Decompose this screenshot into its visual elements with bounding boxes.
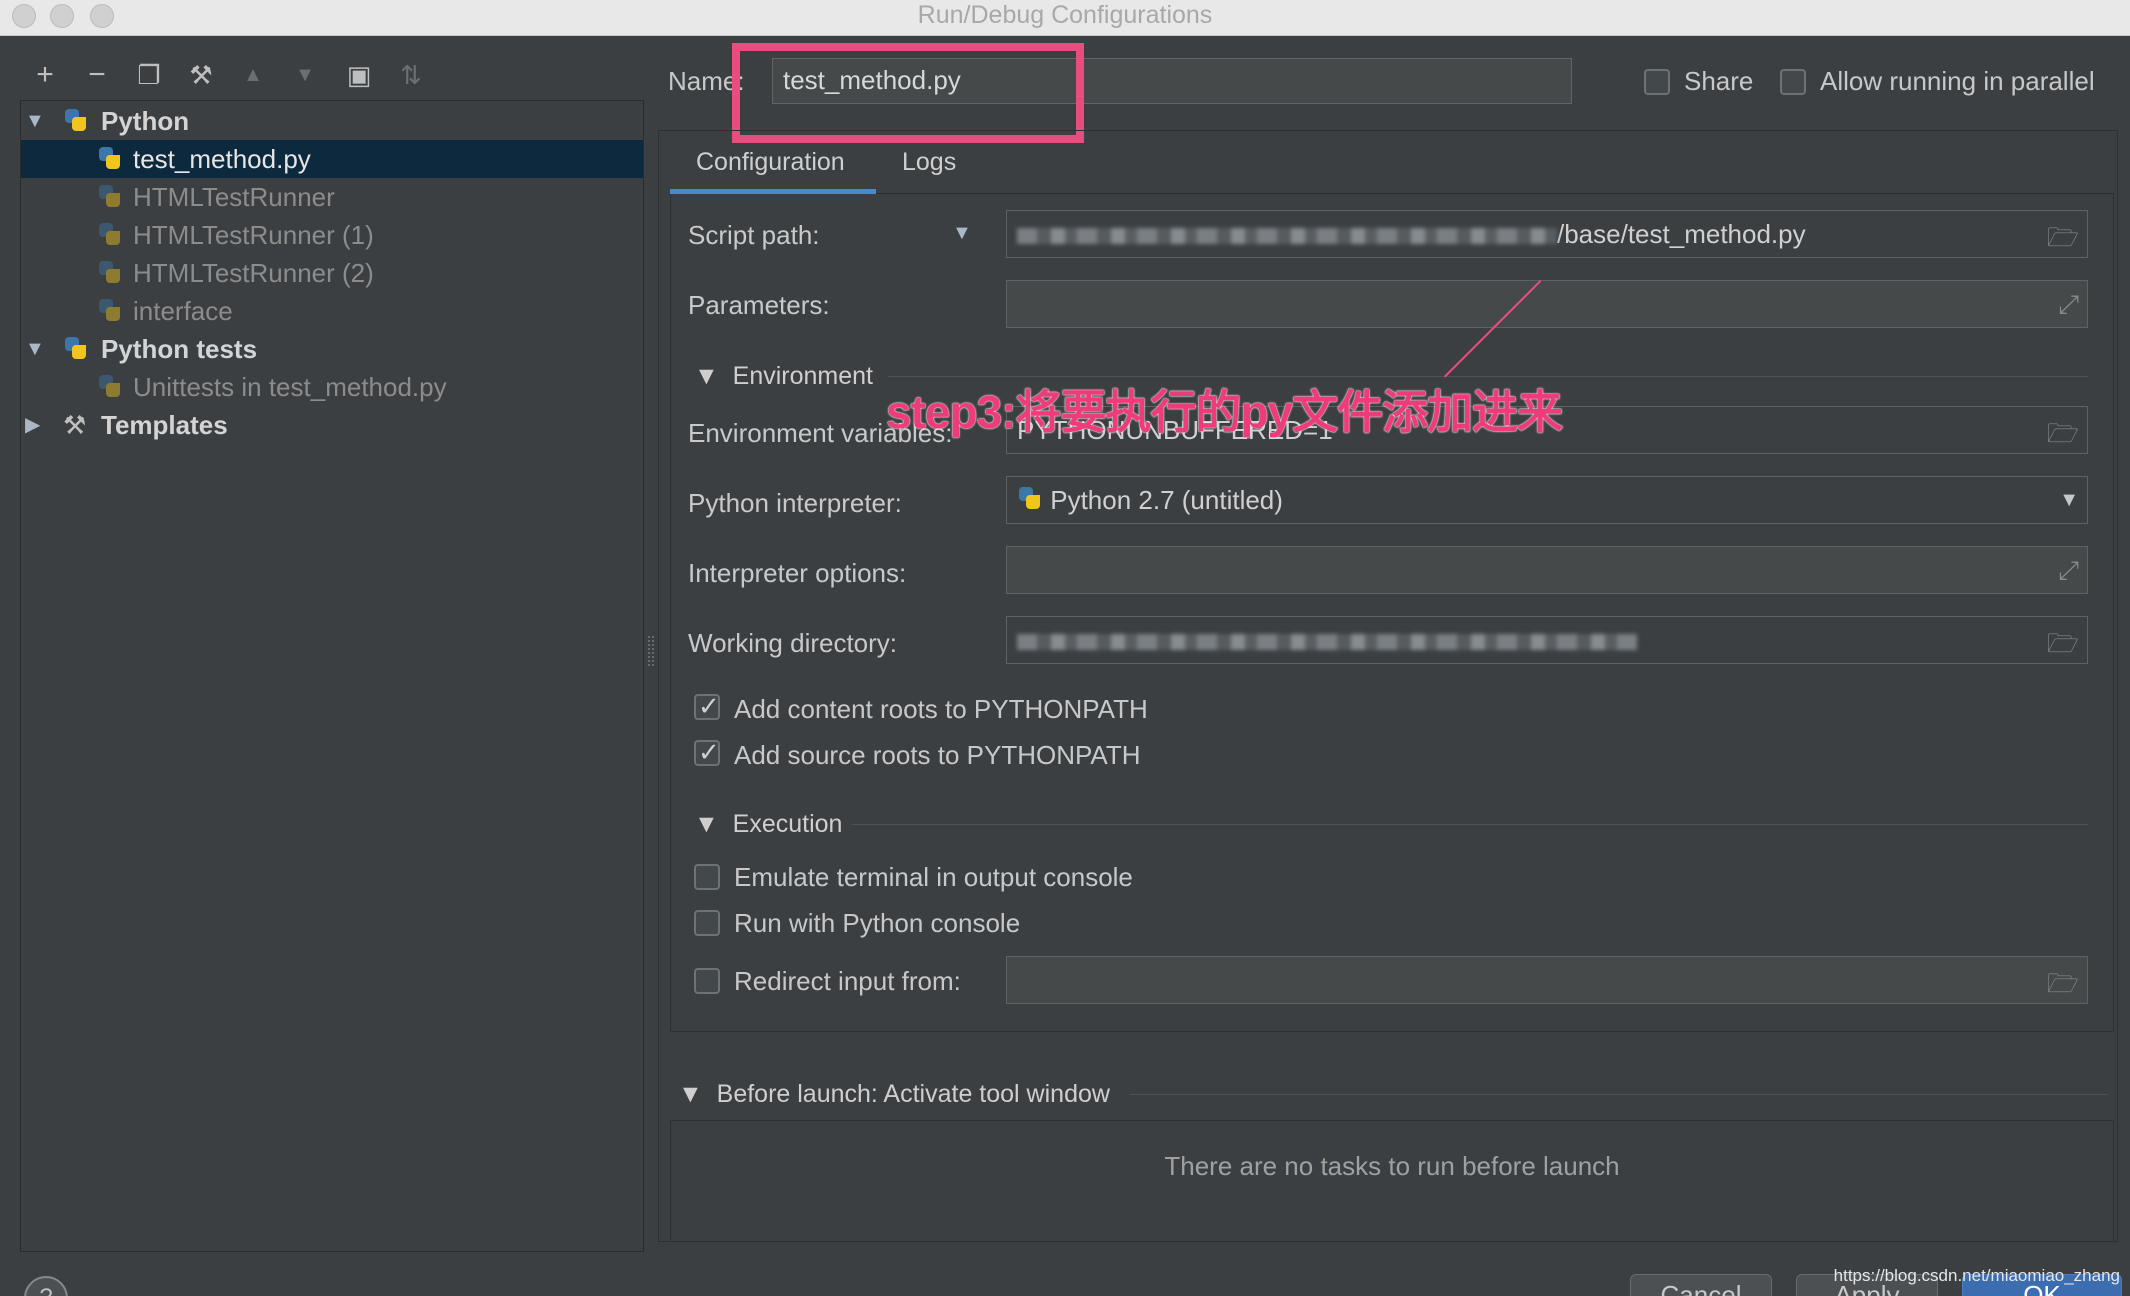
expand-arrow-icon[interactable]: ▶ [25,406,40,444]
remove-icon[interactable]: − [80,58,114,92]
move-down-icon[interactable]: ▼ [288,58,322,92]
before-launch-header[interactable]: ▼ Before launch: Activate tool window [678,1080,1110,1109]
tree-item-label: HTMLTestRunner [133,182,335,212]
wrench-icon[interactable]: ⚒ [184,58,218,92]
before-launch-tasks: There are no tasks to run before launch [670,1120,2114,1242]
collapse-arrow-icon[interactable]: ▼ [25,330,45,368]
environment-section-header[interactable]: ▼ Environment [694,362,873,391]
redirect-input-field[interactable]: 🗁 [1006,956,2088,1004]
annotation-text: step3:将要执行的py文件添加进来 [886,386,1563,438]
parallel-label: Allow running in parallel [1820,66,2095,96]
tree-group-label: Templates [101,410,228,440]
folder-icon[interactable]: 🗁 [2047,965,2079,1003]
interpreter-value: Python 2.7 (untitled) [1050,485,1283,515]
wrench-icon: ⚒ [63,410,87,440]
share-checkbox[interactable] [1644,69,1670,95]
content-roots-label: Add content roots to PYTHONPATH [734,694,1148,724]
collapse-arrow-icon[interactable]: ▼ [25,102,45,140]
working-dir-label: Working directory: [688,628,898,658]
redacted-path [1017,228,1557,245]
splitter-handle[interactable] [648,636,654,666]
tree-item-label: HTMLTestRunner (1) [133,220,374,250]
execution-section-title: Execution [732,810,843,838]
folder-icon[interactable]: 🗁 [2047,415,2079,453]
name-highlight-box [732,43,1084,143]
tree-group-python-tests[interactable]: ▼ Python tests [21,330,643,368]
tree-item-test-method[interactable]: test_method.py [21,140,643,178]
python-tests-icon [97,374,123,400]
python-icon [97,146,123,172]
python-icon [97,222,123,248]
tree-item-label: interface [133,296,233,326]
redirect-input-label: Redirect input from: [734,966,961,996]
script-path-label: Script path: [688,220,820,250]
redirect-input-checkbox[interactable] [694,968,720,994]
section-divider [1130,1094,2108,1095]
tree-item-htmltestrunner-2[interactable]: HTMLTestRunner (2) [21,254,643,292]
tree-item-interface[interactable]: interface [21,292,643,330]
emulate-terminal-label: Emulate terminal in output console [734,862,1133,892]
folder-icon[interactable]: 🗁 [2047,219,2079,257]
parameters-input[interactable]: ⤢ [1006,280,2088,328]
tree-item-label: Unittests in test_method.py [133,372,447,402]
configuration-tree: ▼ Python test_method.py HTMLTestRunner H… [20,100,644,1252]
redacted-path [1017,634,1637,651]
interpreter-label: Python interpreter: [688,488,902,518]
python-icon [97,184,123,210]
tree-group-templates[interactable]: ▶ ⚒ Templates [21,406,643,444]
sort-icon[interactable]: ⇅ [394,58,428,92]
python-tests-icon [63,336,89,362]
share-label: Share [1684,66,1754,96]
interp-options-input[interactable]: ⤢ [1006,546,2088,594]
folder-icon[interactable]: 🗁 [2047,625,2079,663]
tree-group-python[interactable]: ▼ Python [21,102,643,140]
source-roots-label: Add source roots to PYTHONPATH [734,740,1141,770]
tree-item-unittests[interactable]: Unittests in test_method.py [21,368,643,406]
python-icon [97,298,123,324]
tree-item-htmltestrunner-1[interactable]: HTMLTestRunner (1) [21,216,643,254]
python-icon [63,108,89,134]
tab-configuration[interactable]: Configuration [696,148,845,177]
emulate-terminal-checkbox[interactable] [694,864,720,890]
environment-section-title: Environment [732,362,873,390]
parameters-label: Parameters: [688,290,830,320]
chevron-down-icon[interactable]: ▼ [2059,489,2079,512]
copy-icon[interactable]: ❐ [132,58,166,92]
add-icon[interactable]: + [28,58,62,92]
script-path-value: /base/test_method.py [1557,219,1806,249]
expand-icon[interactable]: ⤢ [2058,289,2079,321]
interpreter-select[interactable]: Python 2.7 (untitled) ▼ [1006,476,2088,524]
tree-item-htmltestrunner[interactable]: HTMLTestRunner [21,178,643,216]
python-icon [1017,486,1043,512]
new-folder-icon[interactable]: ▣ [342,58,376,92]
before-launch-title: Before launch: Activate tool window [716,1080,1110,1108]
title-bar: Run/Debug Configurations [0,0,2130,36]
section-divider [852,824,2088,825]
interp-options-label: Interpreter options: [688,558,907,588]
source-roots-checkbox[interactable] [694,737,720,768]
python-console-checkbox[interactable] [694,910,720,936]
cancel-button[interactable]: Cancel [1630,1274,1772,1296]
no-tasks-text: There are no tasks to run before launch [1164,1151,1620,1181]
content-roots-checkbox[interactable] [694,691,720,722]
tree-item-label: HTMLTestRunner (2) [133,258,374,288]
window-title: Run/Debug Configurations [917,1,1213,29]
watermark: https://blog.csdn.net/miaomiao_zhang [1833,1266,2120,1285]
tree-item-label: test_method.py [133,144,311,174]
working-dir-input[interactable]: 🗁 [1006,616,2088,664]
tab-logs[interactable]: Logs [902,148,956,177]
script-type-dropdown-icon[interactable]: ▼ [952,222,972,245]
help-button[interactable]: ? [24,1276,68,1296]
python-icon [97,260,123,286]
parallel-checkbox[interactable] [1780,69,1806,95]
script-path-input[interactable]: /base/test_method.py 🗁 [1006,210,2088,258]
execution-section-header[interactable]: ▼ Execution [694,810,842,839]
tree-group-label: Python tests [101,334,258,364]
expand-icon[interactable]: ⤢ [2058,555,2079,587]
tree-group-label: Python [101,106,190,136]
python-console-label: Run with Python console [734,908,1021,938]
move-up-icon[interactable]: ▲ [236,58,270,92]
